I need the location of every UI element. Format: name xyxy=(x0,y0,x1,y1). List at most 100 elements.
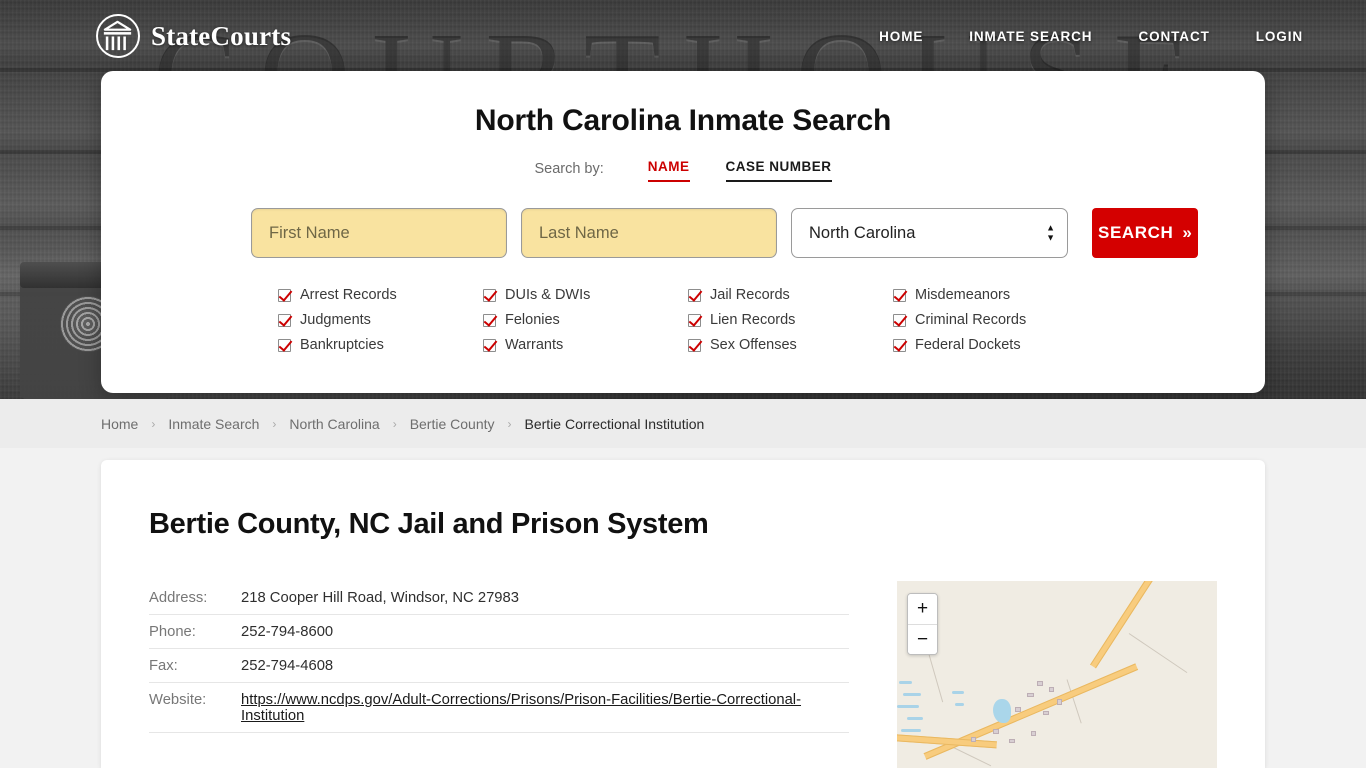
breadcrumb-item-bertie-county[interactable]: Bertie County xyxy=(410,416,495,432)
row-value: 252-794-4608 xyxy=(241,658,334,674)
row-value: 252-794-8600 xyxy=(241,624,334,640)
search-by-tabs: Search by: NAME CASE NUMBER xyxy=(101,159,1265,182)
facility-info-table: Address: 218 Cooper Hill Road, Windsor, … xyxy=(149,581,849,768)
table-row: Website: https://www.ncdps.gov/Adult-Cor… xyxy=(149,683,849,733)
map-water-body xyxy=(955,703,964,706)
map-water-body xyxy=(903,693,921,696)
record-type-label: Criminal Records xyxy=(915,312,1027,328)
nav-link-home[interactable]: HOME xyxy=(856,23,946,50)
record-type-item[interactable]: DUIs & DWIs xyxy=(483,287,688,303)
map-zoom-in-button[interactable]: + xyxy=(908,594,937,624)
record-type-label: Judgments xyxy=(300,312,371,328)
record-type-label: Warrants xyxy=(505,337,564,353)
last-name-input[interactable] xyxy=(521,208,777,258)
record-type-label: Federal Dockets xyxy=(915,337,1021,353)
breadcrumb-item-inmate-search[interactable]: Inmate Search xyxy=(168,416,259,432)
record-type-item[interactable]: Arrest Records xyxy=(278,287,483,303)
map-building xyxy=(1027,693,1034,697)
record-type-item[interactable]: Sex Offenses xyxy=(688,337,893,353)
chevron-right-icon: › xyxy=(151,416,156,431)
nav-link-inmate-search[interactable]: INMATE SEARCH xyxy=(946,23,1115,50)
map-zoom-out-button[interactable]: − xyxy=(908,624,937,654)
facility-content-columns: Address: 218 Cooper Hill Road, Windsor, … xyxy=(149,581,1217,768)
breadcrumb-item-current: Bertie Correctional Institution xyxy=(524,415,705,432)
record-type-item[interactable]: Misdemeanors xyxy=(893,287,1098,303)
chevron-right-icon: › xyxy=(392,416,397,431)
row-key: Fax: xyxy=(149,658,178,674)
checkbox-checked-icon xyxy=(278,288,291,302)
inmate-search-card: North Carolina Inmate Search Search by: … xyxy=(101,71,1265,393)
map-zoom-controls: + − xyxy=(907,593,938,655)
breadcrumb-item-north-carolina[interactable]: North Carolina xyxy=(289,416,379,432)
record-type-label: Lien Records xyxy=(710,312,796,328)
main-nav: HOME INMATE SEARCH CONTACT LOGIN xyxy=(856,23,1326,50)
search-form: North Carolina ▲▼ SEARCH » xyxy=(101,208,1265,258)
map-water-body xyxy=(897,705,919,708)
breadcrumb-item-home[interactable]: Home xyxy=(101,416,138,432)
search-button[interactable]: SEARCH » xyxy=(1092,208,1199,258)
checkbox-checked-icon xyxy=(483,313,496,327)
row-key: Phone: xyxy=(149,624,196,640)
map-building xyxy=(1009,739,1015,743)
chevron-right-icon: › xyxy=(272,416,277,431)
page-title: Bertie County, NC Jail and Prison System xyxy=(149,508,709,540)
facility-detail-card: Bertie County, NC Jail and Prison System… xyxy=(101,460,1265,768)
record-type-item[interactable]: Felonies xyxy=(483,312,688,328)
first-name-input[interactable] xyxy=(251,208,507,258)
record-type-item[interactable]: Federal Dockets xyxy=(893,337,1098,353)
record-type-item[interactable]: Lien Records xyxy=(688,312,893,328)
table-row: Fax: 252-794-4608 xyxy=(149,649,849,683)
record-type-item[interactable]: Criminal Records xyxy=(893,312,1098,328)
record-type-label: DUIs & DWIs xyxy=(505,287,591,303)
tab-case-number[interactable]: CASE NUMBER xyxy=(725,159,832,182)
map-building xyxy=(1015,707,1021,712)
checkbox-checked-icon xyxy=(688,313,701,327)
hero-banner: COURTHOUSE StateCourts HOME INMATE SEARC… xyxy=(0,0,1366,399)
search-card-title: North Carolina Inmate Search xyxy=(474,104,892,137)
map-water-body xyxy=(899,681,912,684)
checkbox-checked-icon xyxy=(688,338,701,352)
double-chevron-right-icon: » xyxy=(1182,223,1193,242)
location-map[interactable]: + − xyxy=(897,581,1217,768)
map-building xyxy=(1049,687,1054,692)
courthouse-circle-icon xyxy=(96,14,140,58)
brand-logo[interactable]: StateCourts xyxy=(96,14,291,58)
map-highway xyxy=(1090,581,1167,669)
record-type-label: Jail Records xyxy=(710,287,790,303)
map-building xyxy=(993,729,999,734)
record-type-label: Bankruptcies xyxy=(300,337,384,353)
record-type-checklist: Arrest Records DUIs & DWIs Jail Records … xyxy=(101,287,1265,353)
state-select[interactable]: North Carolina xyxy=(791,208,1068,258)
record-type-label: Misdemeanors xyxy=(915,287,1011,303)
record-type-item[interactable]: Warrants xyxy=(483,337,688,353)
row-key: Website: xyxy=(149,692,207,708)
checkbox-checked-icon xyxy=(483,338,496,352)
map-building xyxy=(1043,711,1049,715)
record-type-item[interactable]: Bankruptcies xyxy=(278,337,483,353)
map-building xyxy=(1057,699,1062,705)
row-key: Address: xyxy=(149,590,208,606)
map-minor-road xyxy=(1128,633,1188,674)
row-value: https://www.ncdps.gov/Adult-Corrections/… xyxy=(241,692,849,724)
nav-link-login[interactable]: LOGIN xyxy=(1233,23,1326,50)
map-water-body xyxy=(907,717,923,720)
checkbox-checked-icon xyxy=(278,313,291,327)
checkbox-checked-icon xyxy=(688,288,701,302)
checkbox-checked-icon xyxy=(893,338,906,352)
record-type-label: Arrest Records xyxy=(300,287,397,303)
record-type-item[interactable]: Jail Records xyxy=(688,287,893,303)
map-building xyxy=(1037,681,1043,686)
facility-website-link[interactable]: https://www.ncdps.gov/Adult-Corrections/… xyxy=(241,692,801,724)
chevron-right-icon: › xyxy=(507,416,512,431)
map-water-body xyxy=(901,729,921,732)
brand-name: StateCourts xyxy=(151,20,292,51)
map-water-body xyxy=(952,691,964,694)
record-type-item[interactable]: Judgments xyxy=(278,312,483,328)
tab-name[interactable]: NAME xyxy=(647,159,690,182)
map-building xyxy=(1031,731,1036,736)
nav-link-contact[interactable]: CONTACT xyxy=(1115,23,1232,50)
checkbox-checked-icon xyxy=(483,288,496,302)
checkbox-checked-icon xyxy=(893,288,906,302)
table-row: Phone: 252-794-8600 xyxy=(149,615,849,649)
top-navigation-bar: StateCourts HOME INMATE SEARCH CONTACT L… xyxy=(0,0,1366,72)
